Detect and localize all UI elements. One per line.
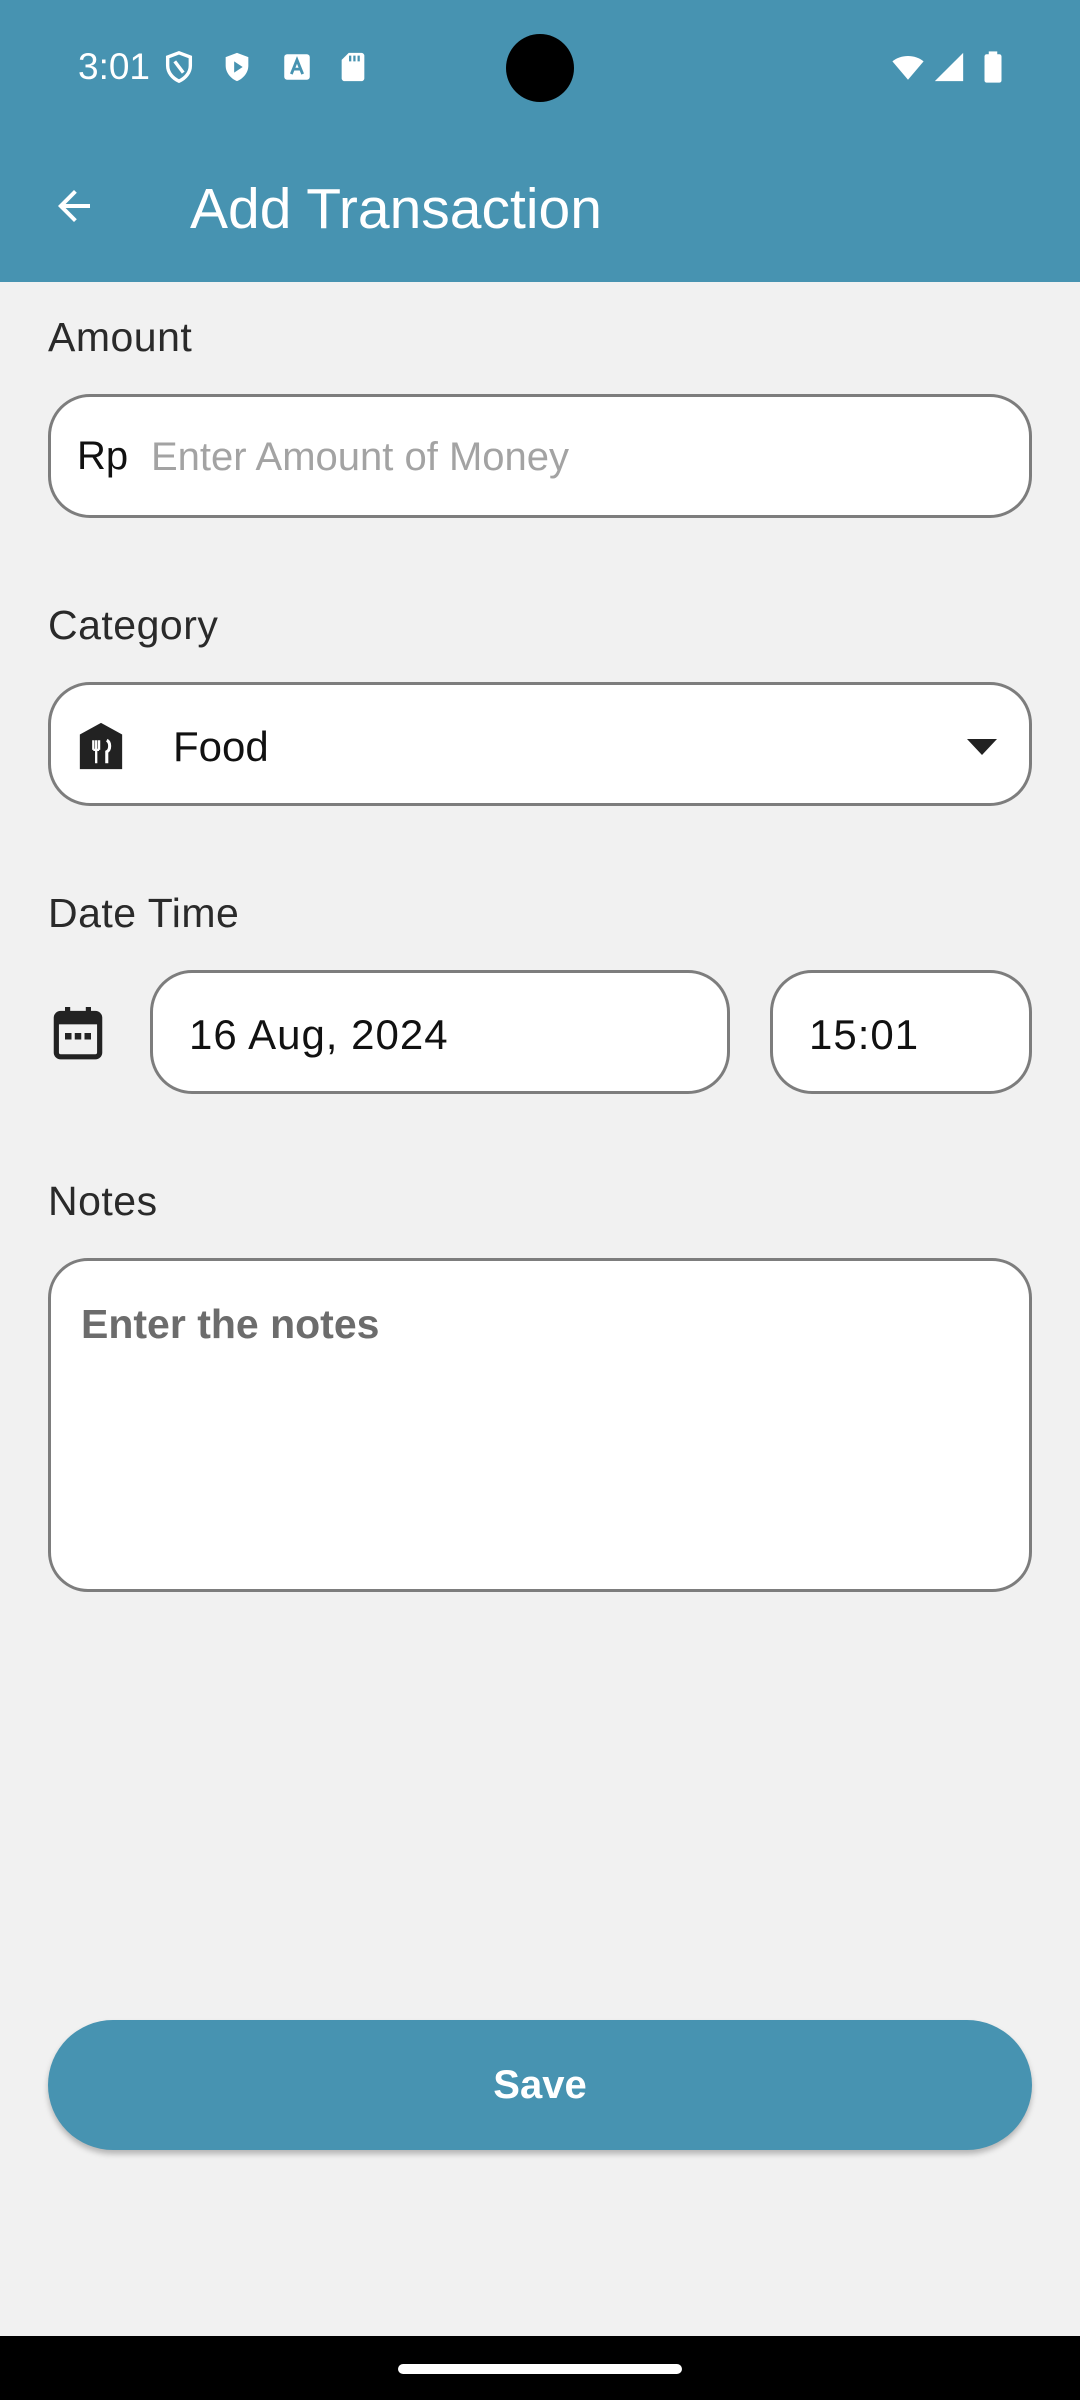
page-title: Add Transaction [190, 177, 602, 241]
restaurant-store-icon [79, 722, 123, 770]
sd-card-icon [341, 52, 365, 82]
vpn-shield-icon [165, 51, 193, 84]
notes-field[interactable] [48, 1258, 1032, 1592]
arrow-back-icon [58, 190, 90, 222]
amount-field[interactable]: Rp [48, 394, 1032, 518]
wifi-icon [892, 56, 924, 80]
navigation-bar [0, 2336, 1080, 2400]
notes-label: Notes [48, 1178, 158, 1224]
datetime-label: Date Time [48, 890, 240, 936]
cellular-signal-icon [934, 52, 964, 82]
back-button[interactable] [36, 168, 112, 244]
status-time: 3:01 [78, 46, 151, 87]
camera-cutout [506, 34, 574, 102]
save-button[interactable]: Save [48, 2020, 1032, 2150]
app-bar: 3:01 Add Transaction [0, 0, 1080, 282]
calendar-icon[interactable] [52, 1004, 104, 1062]
category-label: Category [48, 602, 219, 648]
date-value: 16 Aug, 2024 [189, 1011, 449, 1058]
time-field[interactable]: 15:01 [770, 970, 1032, 1094]
currency-prefix: Rp [77, 434, 129, 478]
notes-input[interactable] [81, 1301, 1001, 1561]
dropdown-arrow-icon [967, 739, 997, 755]
home-indicator[interactable] [398, 2364, 682, 2374]
battery-icon [984, 51, 1002, 83]
play-protect-icon [225, 52, 249, 82]
category-selected: Food [173, 723, 269, 770]
time-value: 15:01 [809, 1011, 920, 1058]
amount-label: Amount [48, 314, 193, 360]
accessibility-text-icon [284, 54, 310, 80]
category-dropdown[interactable]: Food [48, 682, 1032, 806]
status-bar: 3:01 [0, 0, 1080, 136]
date-field[interactable]: 16 Aug, 2024 [150, 970, 730, 1094]
amount-input[interactable] [151, 417, 1011, 497]
